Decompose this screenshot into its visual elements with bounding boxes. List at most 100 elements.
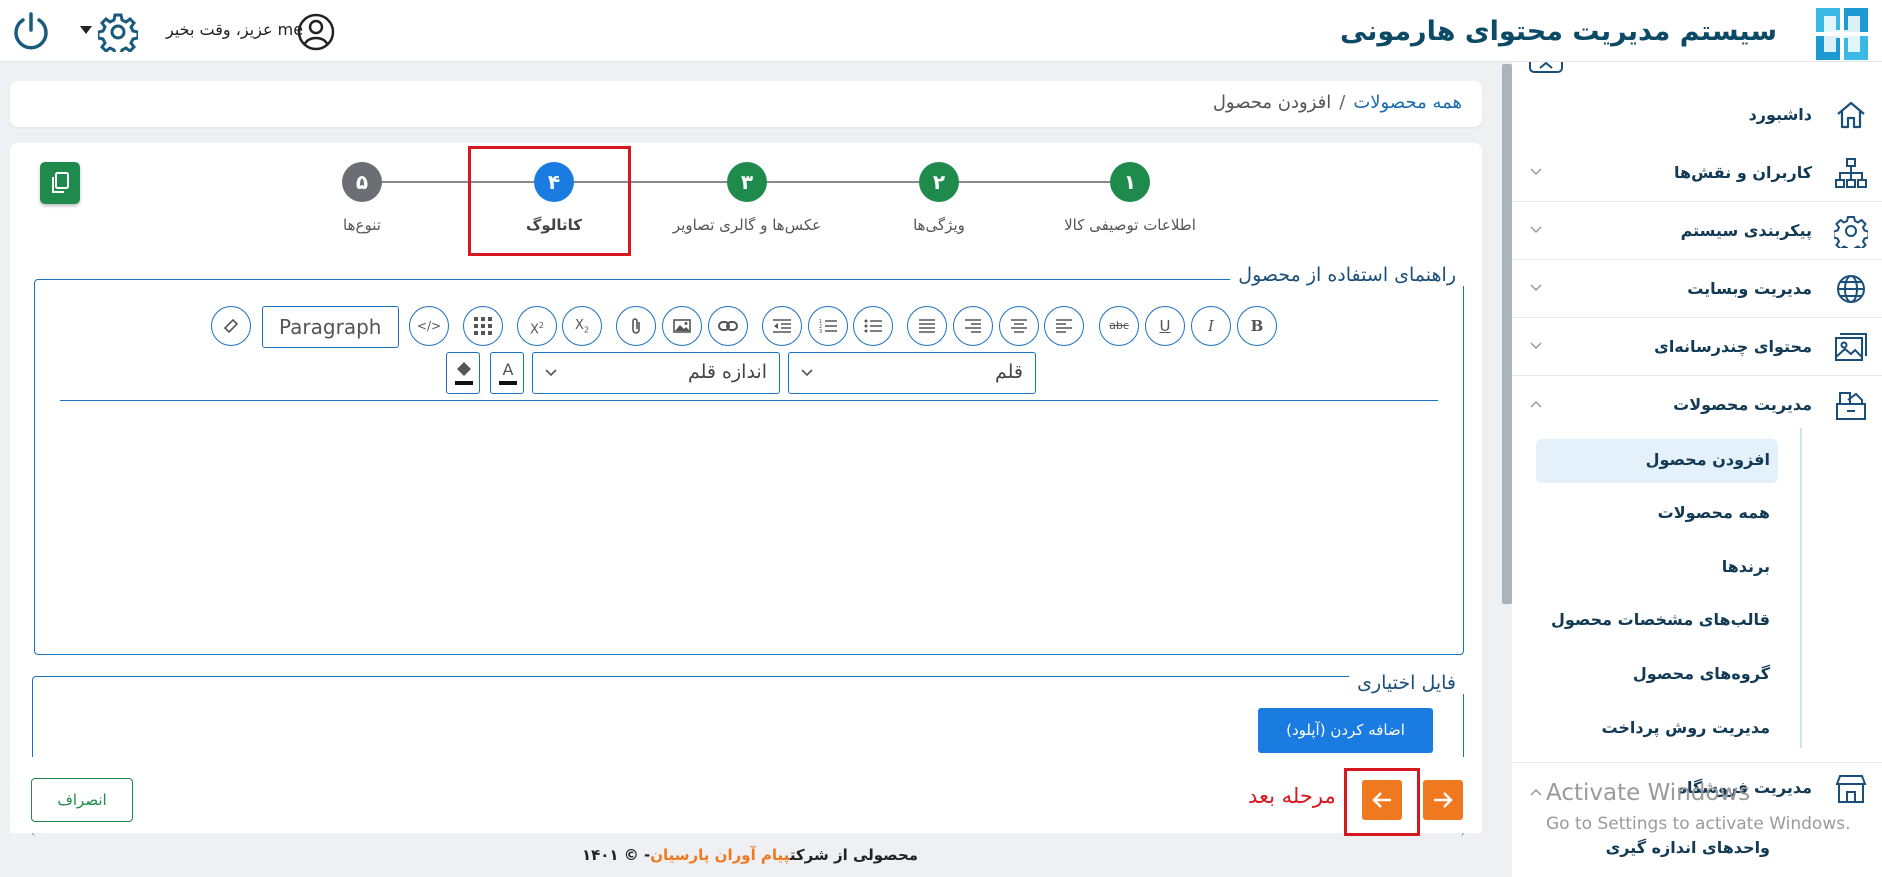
sidebar-item-users-roles[interactable]: کاربران و نقش‌ها: [1512, 144, 1882, 202]
font-family-select[interactable]: قلم: [788, 352, 1036, 394]
eraser-icon: [223, 318, 239, 334]
cancel-button[interactable]: انصراف: [31, 778, 133, 822]
chevron-down-icon: [801, 369, 813, 377]
submenu-add-product[interactable]: افزودن محصول: [1646, 450, 1770, 469]
superscript-button[interactable]: X2: [517, 306, 557, 346]
insert-table-button[interactable]: [463, 306, 503, 346]
optional-file-legend: فایل اختیاری: [1349, 672, 1464, 694]
underline-button[interactable]: U: [1145, 306, 1185, 346]
submenu-spec-templates[interactable]: قالب‌های مشخصات محصول: [1551, 610, 1770, 629]
sidebar-item-label: کاربران و نقش‌ها: [1674, 163, 1812, 182]
submenu-measurement-units[interactable]: واحدهای اندازه گیری: [1606, 838, 1770, 857]
align-center-button[interactable]: [999, 306, 1039, 346]
sidebar-item-products[interactable]: مدیریت محصولات: [1512, 376, 1882, 434]
submenu-payment-methods[interactable]: مدیریت روش پرداخت: [1601, 718, 1770, 737]
user-avatar-icon[interactable]: [296, 12, 336, 52]
step-5-circle[interactable]: ۵: [342, 162, 382, 202]
step-number: ۲: [932, 170, 946, 194]
breadcrumb-separator: /: [1339, 92, 1346, 113]
chevron-down-icon: [1530, 342, 1542, 350]
sidebar-item-multimedia[interactable]: محتوای چندرسانه‌ای: [1512, 318, 1882, 376]
outdent-icon: [773, 319, 791, 333]
footer-suffix: - © ۱۴۰۱: [581, 846, 651, 864]
active-step-highlight: [468, 146, 631, 256]
align-left-icon: [1056, 319, 1072, 333]
submenu-brands[interactable]: برندها: [1722, 557, 1770, 576]
power-icon[interactable]: [10, 10, 52, 52]
next-step-annotation: مرحله بعد: [1248, 784, 1336, 808]
step-2-label: ویژگی‌ها: [913, 216, 965, 234]
link-icon: [718, 321, 738, 331]
sidebar-item-label: داشبورد: [1748, 105, 1812, 124]
submenu-product-groups[interactable]: گروه‌های محصول: [1633, 664, 1770, 683]
text-color-button[interactable]: A: [490, 352, 524, 394]
globe-icon: [1837, 275, 1865, 303]
submenu-all-products[interactable]: همه محصولات: [1658, 503, 1770, 522]
app-logo: [1816, 8, 1868, 60]
windows-activate-title: Activate Windows: [1546, 780, 1751, 806]
image-icon: [673, 319, 691, 333]
settings-gear-icon[interactable]: [98, 12, 138, 52]
sidebar-divider: [1512, 762, 1882, 763]
previous-step-button[interactable]: [1423, 780, 1463, 820]
step-3-label: عکس‌ها و گالری تصاویر: [672, 216, 822, 234]
svg-text:A: A: [503, 360, 514, 379]
chevron-up-icon: [1530, 788, 1542, 796]
user-greeting: me عزیز، وقت بخیر: [166, 20, 304, 39]
step-1-circle[interactable]: ۱: [1110, 162, 1150, 202]
editor-toolbar-divider: [60, 400, 1438, 401]
align-right-button[interactable]: [953, 306, 993, 346]
outdent-button[interactable]: [762, 306, 802, 346]
code-view-button[interactable]: </>: [409, 306, 449, 346]
svg-text:3: 3: [819, 329, 822, 334]
table-grid-icon: [474, 317, 492, 335]
copy-button[interactable]: [40, 162, 80, 204]
paragraph-format-select[interactable]: Paragraph: [262, 306, 399, 348]
insert-link-button[interactable]: [708, 306, 748, 346]
font-size-select[interactable]: اندازه قلم: [532, 352, 780, 394]
sidebar-item-dashboard[interactable]: داشبورد: [1512, 86, 1882, 144]
arrow-right-icon: [1434, 792, 1453, 808]
text-color-icon: A: [499, 360, 517, 385]
italic-button[interactable]: I: [1191, 306, 1231, 346]
sidebar-item-website[interactable]: مدیریت وبسایت: [1512, 260, 1882, 318]
step-3-circle[interactable]: ۳: [727, 162, 767, 202]
align-justify-button[interactable]: [907, 306, 947, 346]
strikethrough-button[interactable]: abc: [1099, 306, 1139, 346]
insert-image-button[interactable]: [662, 306, 702, 346]
chevron-down-icon: [1530, 284, 1542, 292]
font-size-value: اندازه قلم: [687, 361, 767, 383]
font-family-value: قلم: [994, 361, 1023, 383]
step-5-label: تنوع‌ها: [343, 216, 381, 234]
next-step-highlight: [1344, 768, 1420, 836]
caret-down-icon[interactable]: [80, 26, 92, 34]
breadcrumb: همه محصولات / افزودن محصول: [10, 81, 1482, 127]
top-header: سیستم مدیریت محتوای هارمونی me عزیز، وقت…: [0, 0, 1882, 62]
footer: محصولی از شرکتپیام آوران پارسیان- © ۱۴۰۱: [0, 846, 1500, 864]
collapse-icon[interactable]: [1528, 62, 1564, 74]
upload-button[interactable]: اضافه کردن (آپلود): [1258, 708, 1433, 753]
bullet-list-button[interactable]: [853, 306, 893, 346]
sidebar-scrollbar[interactable]: [1502, 64, 1512, 604]
rich-text-editor-area[interactable]: [60, 404, 1438, 644]
numbered-list-icon: 123: [819, 319, 837, 335]
bold-button[interactable]: B: [1237, 306, 1277, 346]
align-left-button[interactable]: [1044, 306, 1084, 346]
footer-company-link[interactable]: پیام آوران پارسیان: [650, 846, 790, 864]
breadcrumb-current: افزودن محصول: [1212, 92, 1332, 113]
products-icon: [1836, 392, 1866, 420]
subscript-button[interactable]: X2: [562, 306, 602, 346]
bullet-list-icon: [864, 319, 882, 333]
copy-icon: [52, 172, 69, 193]
chevron-down-icon: [1530, 168, 1542, 176]
breadcrumb-parent-link[interactable]: همه محصولات: [1353, 92, 1462, 113]
sidebar-item-system-config[interactable]: پیکربندی سیستم: [1512, 202, 1882, 260]
chevron-down-icon: [545, 369, 557, 377]
background-color-button[interactable]: [446, 352, 480, 394]
sidebar-item-label: محتوای چندرسانه‌ای: [1654, 337, 1812, 356]
attach-file-button[interactable]: [616, 306, 656, 346]
step-2-circle[interactable]: ۲: [919, 162, 959, 202]
eraser-button[interactable]: [211, 306, 251, 346]
numbered-list-button[interactable]: 123: [808, 306, 848, 346]
chevron-up-icon: [1530, 400, 1542, 408]
